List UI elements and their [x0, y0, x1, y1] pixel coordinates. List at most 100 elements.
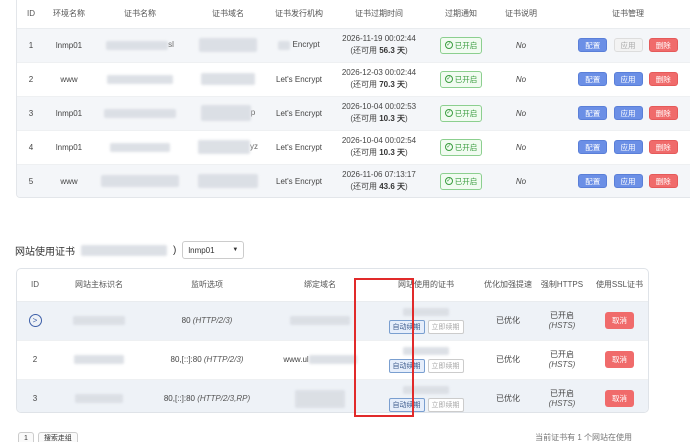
cancel-ssl-button[interactable]: 取消 — [605, 351, 634, 368]
row-cert-domain — [187, 28, 269, 63]
check-circle-icon: ✓ — [444, 143, 453, 151]
col-expire-time: 证书过期时间 — [329, 0, 429, 29]
row-expire: 2026-10-04 00:02:53 (还可用 10.3 天) — [329, 96, 429, 131]
row-expire: 2026-10-04 00:02:54 (还可用 10.3 天) — [329, 130, 429, 165]
row-https: 已开启 (HSTS) — [535, 340, 589, 380]
notify-enabled-badge[interactable]: ✓ 已开启 — [439, 36, 483, 54]
check-circle-icon: ✓ — [444, 75, 453, 83]
row-note: No — [493, 96, 549, 131]
certificate-table: ID 环境名称 证书名称 证书域名 证书发行机构 证书过期时间 过期通知 证书说… — [17, 0, 690, 197]
page-button[interactable]: 1 — [18, 432, 34, 442]
row-note: No — [493, 28, 549, 63]
config-button[interactable]: 配置 — [578, 38, 608, 52]
col-id: ID — [17, 0, 45, 29]
notify-enabled-badge[interactable]: ✓ 已开启 — [439, 172, 483, 190]
site-usage-table: ID 网站主标识名 监听选项 绑定域名 网站使用的证书 优化加强提速 强制HTT… — [17, 269, 648, 412]
row-site-name — [53, 301, 145, 341]
row-env[interactable]: lnmp01 — [45, 130, 93, 165]
renew-now-button[interactable]: 立即续期 — [427, 397, 464, 412]
config-button[interactable]: 配置 — [578, 106, 608, 120]
row-listen: 80,[::]:80 (HTTP/2/3) — [145, 340, 269, 380]
renew-now-button[interactable]: 立即续期 — [427, 319, 464, 334]
row-note: No — [493, 62, 549, 97]
row-id: 3 — [17, 96, 45, 131]
row-id: 2 — [17, 62, 45, 97]
environment-select[interactable]: lnmp01 ▼ — [182, 241, 245, 259]
row-env[interactable]: www — [45, 62, 93, 97]
chevron-right-circle-icon[interactable]: > — [28, 314, 42, 327]
check-circle-icon: ✓ — [444, 41, 453, 49]
pagination: 1 搜索走组 — [18, 432, 78, 442]
row-actions: 配置 应用 删除 — [549, 96, 690, 131]
apply-button[interactable]: 应用 — [613, 72, 643, 86]
renew-now-button[interactable]: 立即续期 — [427, 358, 464, 373]
chevron-down-icon: ▼ — [232, 247, 239, 253]
config-button[interactable]: 配置 — [578, 72, 608, 86]
auto-renew-button[interactable]: 自动续期 — [388, 358, 425, 373]
row-actions: 配置 应用 删除 — [549, 164, 690, 197]
col-force-https: 强制HTTPS — [535, 269, 589, 302]
apply-button[interactable]: 应用 — [613, 38, 643, 52]
row-env[interactable]: lnmp01 — [45, 28, 93, 63]
table-row: 4 lnmp01 yz Let's Encrypt 2026-10-04 00:… — [17, 130, 690, 165]
apply-button[interactable]: 应用 — [613, 140, 643, 154]
col-listen: 监听选项 — [145, 269, 269, 302]
notify-enabled-badge[interactable]: ✓ 已开启 — [439, 104, 483, 122]
row-actions: 配置 应用 删除 — [549, 130, 690, 165]
delete-button[interactable]: 删除 — [648, 38, 678, 52]
row-issuer: Let's Encrypt — [269, 62, 329, 97]
row-notify: ✓ 已开启 — [429, 62, 493, 97]
table-row: 2 80,[::]:80 (HTTP/2/3) www.ul 自动续期 立即续期 … — [17, 340, 648, 380]
row-domain: www.ul — [269, 340, 371, 380]
row-listen: 80 (HTTP/2/3) — [145, 301, 269, 341]
col-site-cert: 网站使用的证书 — [371, 269, 481, 302]
config-button[interactable]: 配置 — [578, 174, 608, 188]
environment-select-value: lnmp01 — [188, 245, 215, 255]
certificate-table-header: ID 环境名称 证书名称 证书域名 证书发行机构 证书过期时间 过期通知 证书说… — [17, 0, 690, 29]
delete-button[interactable]: 删除 — [648, 106, 678, 120]
col-optimize: 优化加强提速 — [481, 269, 535, 302]
row-ssl: 取消 — [589, 301, 648, 341]
delete-button[interactable]: 删除 — [648, 174, 678, 188]
row-issuer: Let's Encrypt — [269, 96, 329, 131]
row-env[interactable]: www — [45, 164, 93, 197]
table-row: > 80 (HTTP/2/3) 自动续期 立即续期 已优化 已开启 (HSTS) 取… — [17, 301, 648, 341]
row-domain — [269, 301, 371, 341]
row-site-name — [53, 379, 145, 412]
cancel-ssl-button[interactable]: 取消 — [605, 390, 634, 407]
table-row: 2 www Let's Encrypt 2026-12-03 00:02:44(… — [17, 62, 690, 97]
redacted-cert-name — [81, 244, 167, 256]
config-button[interactable]: 配置 — [578, 140, 608, 154]
check-circle-icon: ✓ — [444, 109, 453, 117]
site-usage-panel: ID 网站主标识名 监听选项 绑定域名 网站使用的证书 优化加强提速 强制HTT… — [16, 268, 649, 413]
usage-count-note: 当前证书有 1 个网站在使用 — [535, 433, 632, 442]
row-id: 2 — [17, 340, 53, 380]
col-expire-notify: 过期通知 — [429, 0, 493, 29]
delete-button[interactable]: 删除 — [648, 140, 678, 154]
next-page-button[interactable]: 搜索走组 — [37, 432, 78, 442]
notify-enabled-badge[interactable]: ✓ 已开启 — [439, 70, 483, 88]
row-env[interactable]: lnmp01 — [45, 96, 93, 131]
row-site-name — [53, 340, 145, 380]
cancel-ssl-button[interactable]: 取消 — [605, 312, 634, 329]
row-issuer: Encrypt — [269, 28, 329, 63]
col-issuer: 证书发行机构 — [269, 0, 329, 29]
site-cert-paren: ) — [173, 244, 177, 256]
check-circle-icon: ✓ — [444, 177, 453, 185]
row-notify: ✓ 已开启 — [429, 130, 493, 165]
row-ssl: 取消 — [589, 340, 648, 380]
apply-button[interactable]: 应用 — [613, 106, 643, 120]
row-optimize: 已优化 — [481, 340, 535, 380]
row-id: > — [17, 301, 53, 341]
col-bound-domain: 绑定域名 — [269, 269, 371, 302]
notify-enabled-badge[interactable]: ✓ 已开启 — [439, 138, 483, 156]
delete-button[interactable]: 删除 — [648, 72, 678, 86]
col-env-name: 环境名称 — [45, 0, 93, 29]
row-issuer: Let's Encrypt — [269, 164, 329, 197]
row-cert-name — [93, 96, 187, 131]
row-notify: ✓ 已开启 — [429, 164, 493, 197]
auto-renew-button[interactable]: 自动续期 — [388, 319, 425, 334]
apply-button[interactable]: 应用 — [613, 174, 643, 188]
row-cert: 自动续期 立即续期 — [371, 340, 481, 380]
auto-renew-button[interactable]: 自动续期 — [388, 397, 425, 412]
